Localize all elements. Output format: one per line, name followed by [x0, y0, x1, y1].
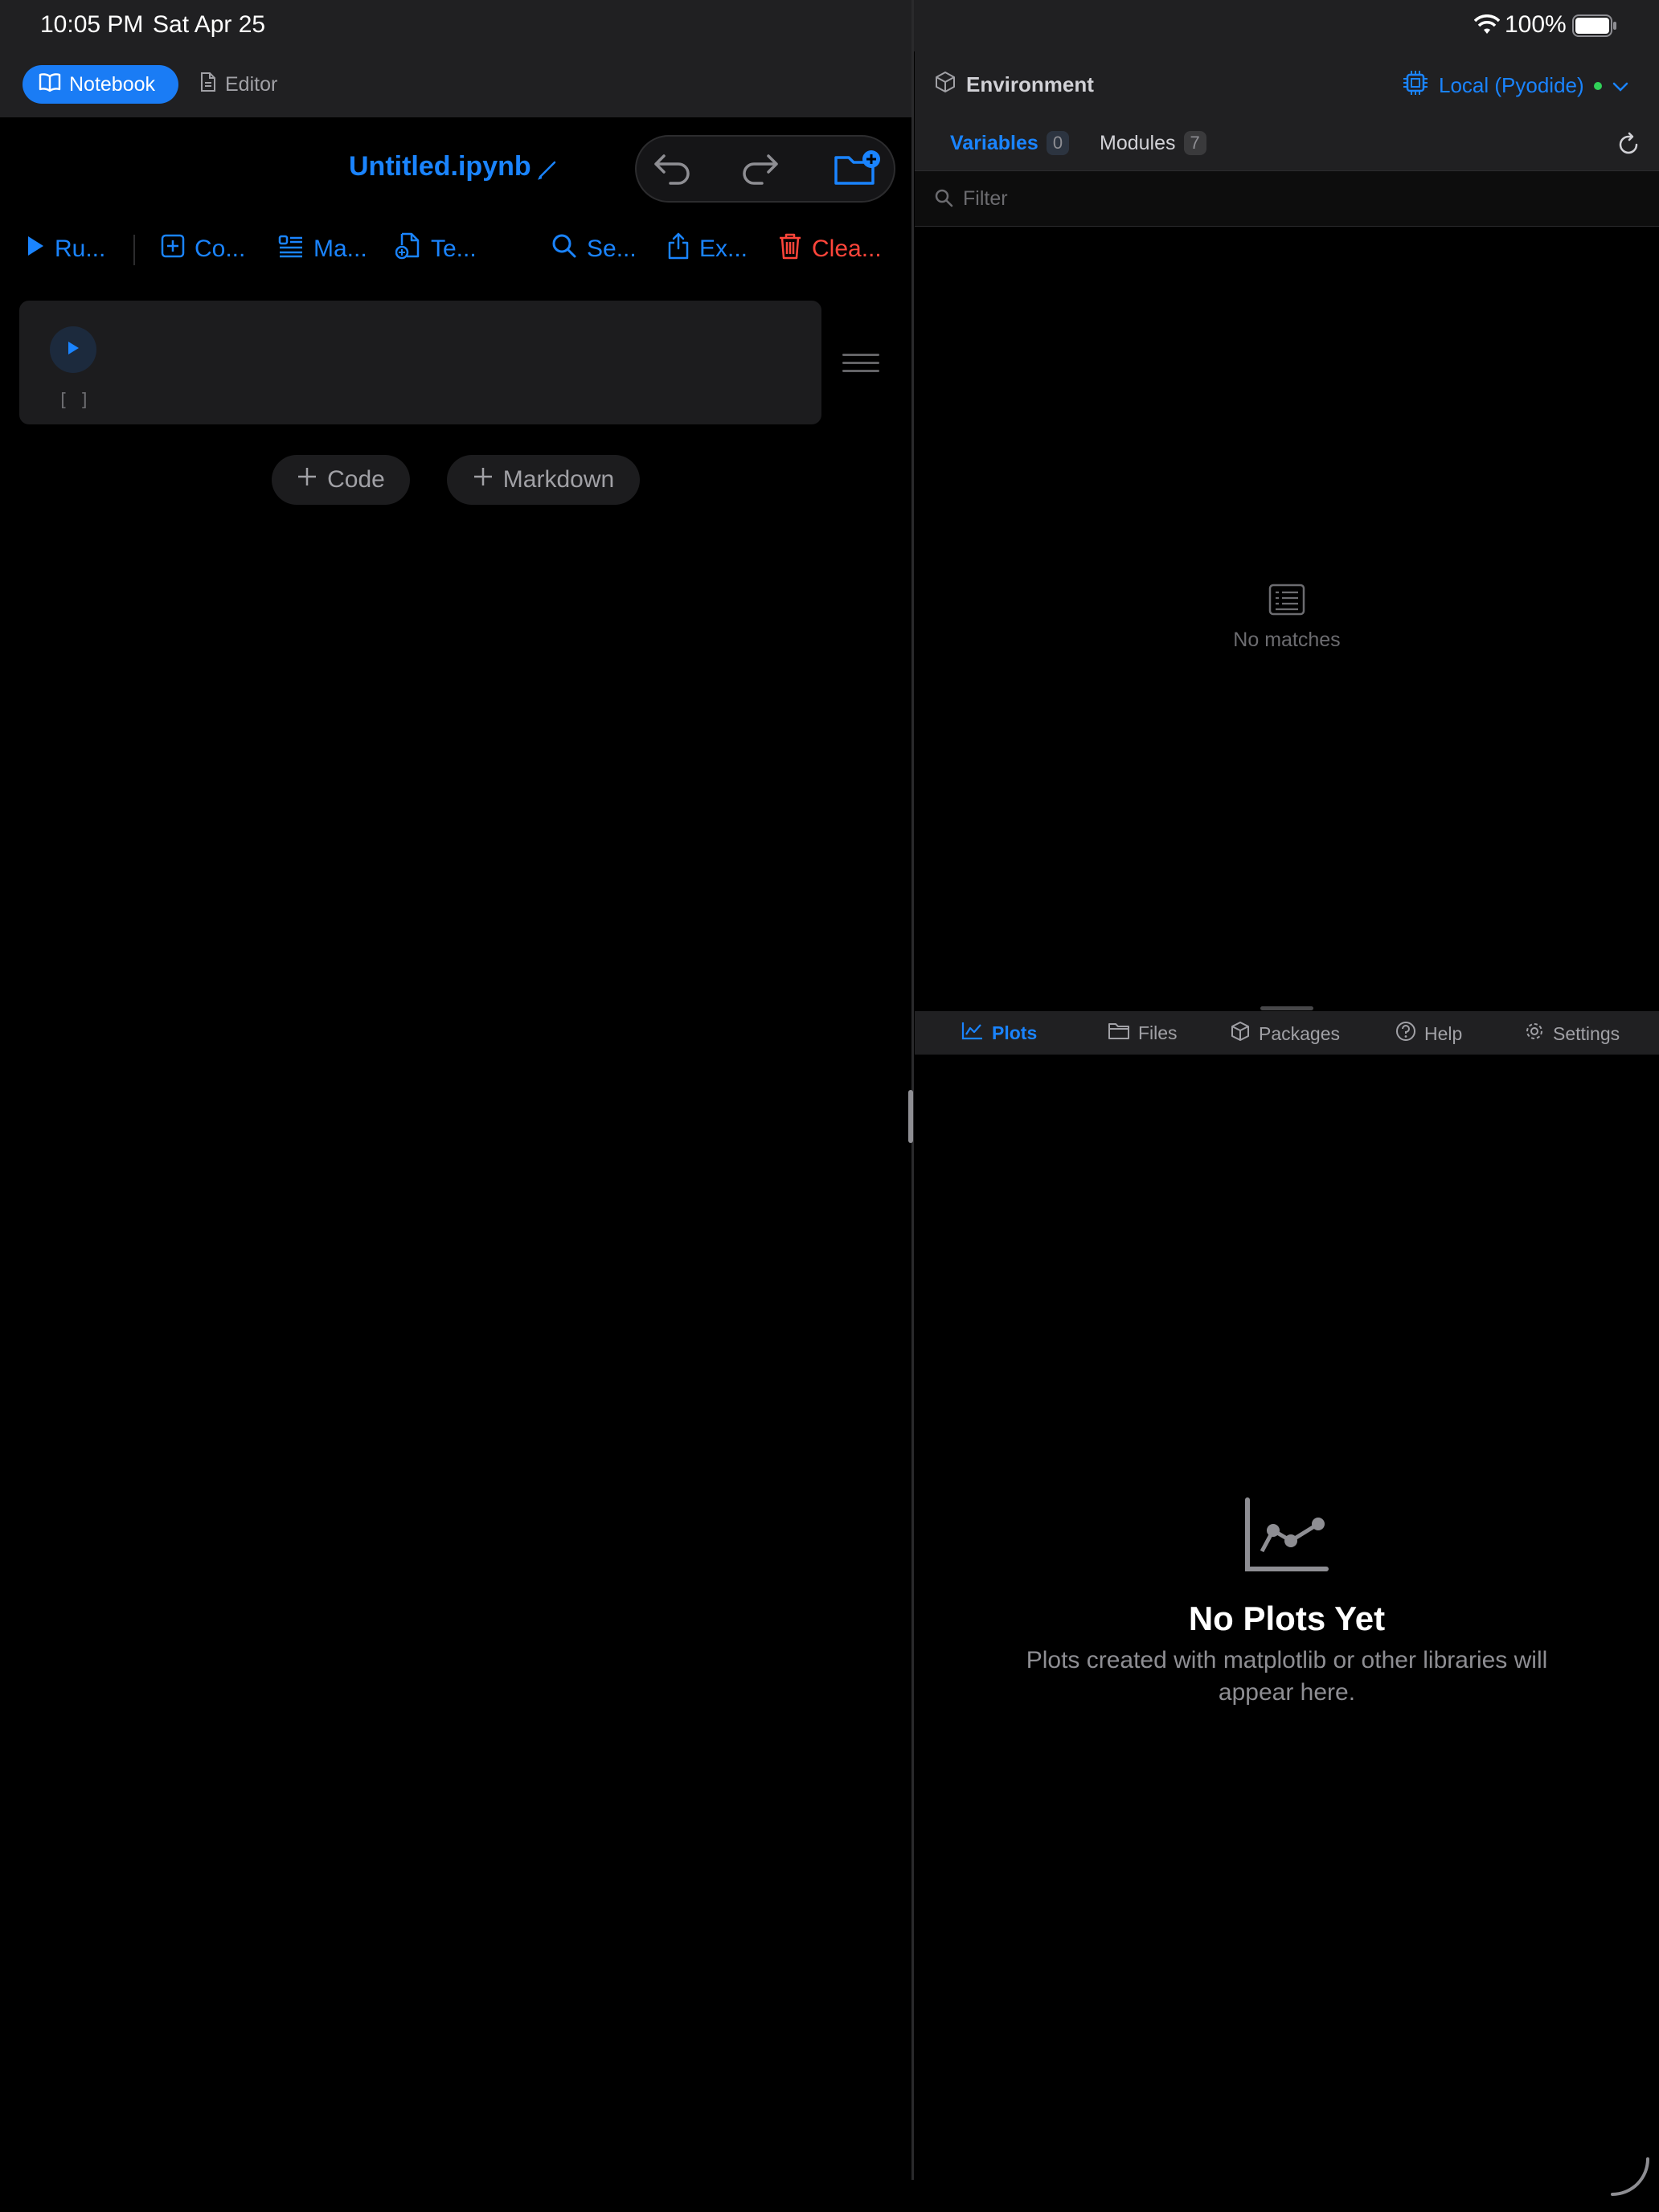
cell-execution-count: [ ]: [58, 391, 90, 411]
panel-grabber[interactable]: [1260, 1006, 1313, 1010]
clear-outputs-label: Clea...: [812, 236, 882, 262]
empty-plots-description: Plots created with matplotlib or other l…: [1026, 1647, 1548, 1706]
cell-drag-handle[interactable]: [842, 354, 879, 376]
tab-modules-count: 7: [1183, 131, 1206, 155]
tab-files[interactable]: Files: [1108, 1021, 1178, 1045]
plus-icon: [473, 466, 494, 494]
folder-icon: [1108, 1021, 1130, 1045]
add-code-label: Code: [327, 466, 385, 493]
templates-label: Te...: [431, 236, 477, 262]
share-icon: [667, 232, 690, 266]
add-code-button[interactable]: Code: [272, 455, 410, 505]
tab-packages[interactable]: Packages: [1230, 1021, 1340, 1047]
add-code-cell-button[interactable]: Co...: [161, 233, 245, 265]
add-markdown-cell-label: Ma...: [313, 236, 367, 262]
tab-packages-label: Packages: [1259, 1022, 1341, 1044]
cell-run-button[interactable]: [50, 326, 96, 373]
new-folder-icon[interactable]: [833, 148, 883, 192]
export-button[interactable]: Ex...: [667, 232, 748, 266]
cpu-icon: [1402, 69, 1429, 102]
kernel-status-dot: [1593, 81, 1602, 90]
search-icon: [934, 188, 953, 211]
notebook-title[interactable]: Untitled.ipynb: [349, 151, 531, 182]
export-label: Ex...: [699, 236, 748, 262]
help-icon: [1395, 1021, 1416, 1047]
book-icon: [39, 72, 61, 97]
search-icon: [551, 233, 577, 265]
kernel-label: Local (Pyodide): [1439, 73, 1584, 97]
refresh-icon[interactable]: [1617, 132, 1640, 160]
clear-outputs-button[interactable]: Clea...: [778, 233, 882, 265]
search-button[interactable]: Se...: [551, 233, 637, 265]
tab-variables-count: 0: [1046, 131, 1070, 155]
tab-modules-label: Modules: [1100, 131, 1176, 154]
add-code-cell-label: Co...: [195, 236, 246, 262]
tab-plots-label: Plots: [992, 1022, 1038, 1043]
package-icon: [1230, 1021, 1251, 1047]
gear-icon: [1524, 1021, 1545, 1047]
undo-icon[interactable]: [653, 150, 691, 190]
document-icon: [199, 72, 217, 98]
empty-variables-text: No matches: [1233, 629, 1341, 651]
tab-help[interactable]: Help: [1395, 1021, 1462, 1047]
run-all-button[interactable]: Ru...: [26, 233, 105, 265]
notebook-tab-button[interactable]: Notebook: [23, 65, 178, 104]
trash-icon: [778, 232, 802, 266]
pencil-icon[interactable]: [537, 158, 559, 184]
notebook-tab-label: Notebook: [69, 72, 156, 96]
plus-square-icon: [161, 234, 185, 264]
editor-tab-button[interactable]: Editor: [199, 65, 277, 104]
cube-icon: [934, 71, 956, 99]
chart-icon: [961, 1021, 984, 1045]
search-label: Se...: [587, 236, 637, 262]
tab-settings-label: Settings: [1553, 1022, 1620, 1044]
resize-corner-icon[interactable]: [1608, 2154, 1653, 2203]
tab-variables-label: Variables: [950, 131, 1038, 154]
plus-icon: [297, 466, 317, 494]
tab-plots[interactable]: Plots: [961, 1021, 1037, 1045]
document-add-icon: [395, 232, 421, 266]
editor-tab-label: Editor: [225, 72, 278, 96]
tab-files-label: Files: [1138, 1022, 1178, 1043]
status-time: 10:05 PM: [40, 11, 144, 38]
chevron-down-icon: [1612, 73, 1629, 98]
templates-button[interactable]: Te...: [395, 232, 477, 266]
play-icon: [26, 235, 45, 264]
battery-percent: 100%: [1505, 11, 1567, 38]
list-icon: [1268, 584, 1305, 620]
empty-plots-title: No Plots Yet: [1188, 1600, 1386, 1637]
add-markdown-label: Markdown: [502, 466, 615, 493]
status-date: Sat Apr 25: [153, 11, 266, 38]
tab-modules[interactable]: Modules 7: [1100, 131, 1206, 155]
battery-icon: [1572, 14, 1617, 41]
add-markdown-cell-button[interactable]: Ma...: [278, 233, 367, 265]
text-lines-icon: [278, 234, 304, 264]
split-resize-handle[interactable]: [908, 1090, 913, 1143]
play-icon: [66, 340, 80, 360]
code-cell[interactable]: [19, 301, 821, 424]
tab-settings[interactable]: Settings: [1524, 1021, 1620, 1047]
tab-help-label: Help: [1424, 1022, 1463, 1044]
wifi-icon: [1473, 14, 1501, 39]
redo-icon[interactable]: [741, 150, 780, 190]
filter-input[interactable]: [963, 186, 1622, 211]
toolbar-separator: [133, 235, 135, 265]
run-all-label: Ru...: [55, 236, 106, 262]
add-markdown-button[interactable]: Markdown: [447, 455, 640, 505]
kernel-selector[interactable]: Local (Pyodide): [1402, 69, 1629, 102]
chart-icon: [1244, 1497, 1329, 1578]
environment-title: Environment: [934, 71, 1094, 99]
tab-variables[interactable]: Variables 0: [950, 131, 1070, 155]
environment-title-label: Environment: [966, 72, 1094, 96]
